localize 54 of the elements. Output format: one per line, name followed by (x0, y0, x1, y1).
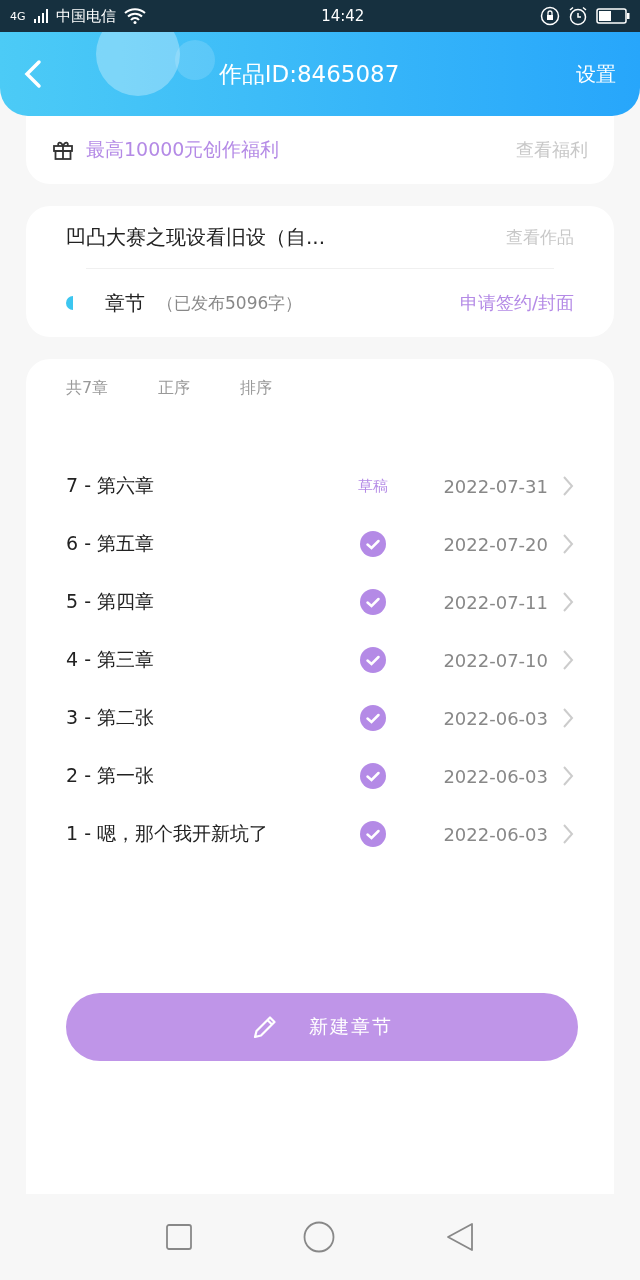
chevron-right-icon (562, 649, 574, 671)
rotation-lock-icon (540, 6, 560, 26)
chapter-date: 2022-07-20 (443, 533, 548, 555)
chevron-right-icon (562, 707, 574, 729)
chevron-right-icon (562, 533, 574, 555)
chapter-row[interactable]: 4 - 第三章 2022-07-10 (66, 631, 574, 689)
carrier-name: 中国电信 (55, 6, 116, 26)
check-circle-icon (360, 589, 387, 615)
promo-text: 最高10000元创作福利 (86, 137, 280, 162)
chapter-row[interactable]: 2 - 第一张 2022-06-03 (66, 747, 574, 805)
work-title: 凹凸大赛之现设看旧设（自... (66, 223, 326, 251)
back-nav-icon[interactable] (446, 1222, 475, 1252)
chapter-row[interactable]: 3 - 第二张 2022-06-03 (66, 689, 574, 747)
section-label: 章节 (105, 289, 145, 317)
chapter-date: 2022-07-11 (443, 591, 548, 613)
check-circle-icon (360, 763, 387, 789)
chapter-row[interactable]: 7 - 第六章 草稿 2022-07-31 (66, 457, 574, 515)
page-title: 作品ID:8465087 (217, 59, 401, 89)
wifi-icon (123, 8, 146, 24)
clock-time: 14:42 (321, 7, 365, 25)
gift-icon (52, 139, 74, 161)
check-circle-icon (360, 531, 387, 557)
check-circle-icon (360, 647, 387, 673)
chapter-title: 3 - 第二张 (66, 705, 156, 730)
signal-icon (33, 9, 48, 23)
chapter-row[interactable]: 6 - 第五章 2022-07-20 (66, 515, 574, 573)
chapter-date: 2022-07-31 (443, 475, 548, 497)
back-icon[interactable] (24, 59, 42, 89)
draft-label: 草稿 (358, 476, 389, 496)
check-circle-icon (360, 705, 387, 731)
chevron-right-icon (562, 475, 574, 497)
home-icon[interactable] (303, 1221, 335, 1253)
chapter-title: 6 - 第五章 (66, 531, 156, 556)
alarm-icon (568, 6, 588, 26)
chevron-right-icon (562, 765, 574, 787)
chapter-title: 2 - 第一张 (66, 763, 156, 788)
chapter-count: 共7章 (66, 377, 109, 399)
chapter-title: 4 - 第三章 (66, 647, 156, 672)
recent-apps-icon[interactable] (165, 1224, 192, 1250)
chapter-date: 2022-07-10 (443, 649, 548, 671)
chapter-date: 2022-06-03 (443, 707, 548, 729)
check-circle-icon (360, 821, 387, 847)
chapter-date: 2022-06-03 (443, 823, 548, 845)
network-label: 4G (10, 9, 26, 23)
battery-icon (596, 8, 630, 24)
chapter-row[interactable]: 1 - 嗯，那个我开新坑了 2022-06-03 (66, 805, 574, 863)
chapter-title: 7 - 第六章 (66, 473, 156, 498)
chevron-right-icon (562, 823, 574, 845)
word-count: （已发布5096字） (157, 291, 303, 315)
chevron-right-icon (562, 591, 574, 613)
chapter-title: 5 - 第四章 (66, 589, 156, 614)
chapter-date: 2022-06-03 (443, 765, 548, 787)
chapter-title: 1 - 嗯，那个我开新坑了 (66, 821, 270, 846)
chapter-row[interactable]: 5 - 第四章 2022-07-11 (66, 573, 574, 631)
